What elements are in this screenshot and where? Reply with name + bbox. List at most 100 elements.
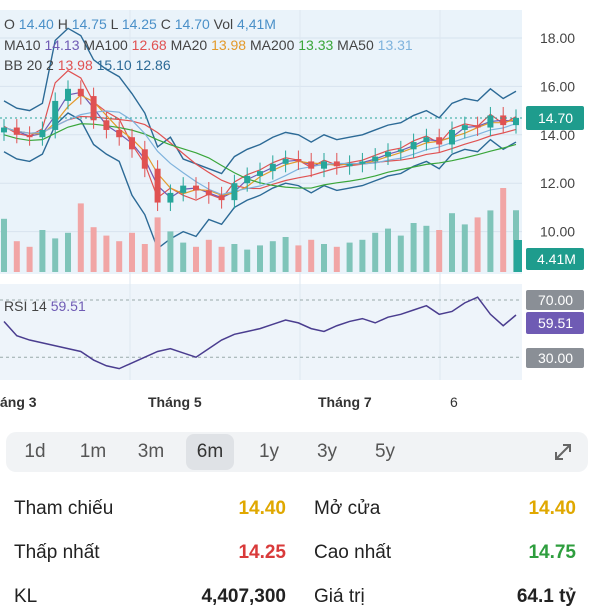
candle-body [26,134,33,138]
volume-bar [26,246,33,272]
range-button-6m[interactable]: 6m [186,434,234,470]
stat-label: Giá trị [314,586,365,607]
volume-bar [359,239,366,272]
candle-body [269,163,276,172]
candle-body [282,159,289,164]
price-tick-label: 10.00 [540,224,575,240]
volume-bar [385,228,391,272]
volume-bar [154,217,161,272]
candle-body [180,185,187,193]
rsi-70-label: 70.00 [538,292,573,308]
volume-bar [1,218,7,272]
stat-label: Tham chiếu [14,498,114,519]
volume-bar [410,223,417,272]
candle-body [39,129,46,138]
ma-legend: MA10 14.13 MA100 12.68 MA20 13.98 MA200 … [4,37,413,53]
stat-value: 14.25 [238,542,286,563]
range-button-3m[interactable]: 3m [126,434,176,470]
rsi-value-label: 59.51 [538,315,573,331]
volume-bar [103,235,110,272]
candle-body [129,137,135,150]
range-button-1d[interactable]: 1d [10,434,60,470]
candle-body [346,163,353,167]
stat-value: 14.40 [528,498,576,519]
stock-chart[interactable]: RSI 14 59.51 18.0016.0014.0012.0010.0014… [0,0,600,420]
stat-label: Thấp nhất [14,542,100,563]
stat-value: 64.1 tỷ [516,586,576,607]
candle-body [449,129,455,145]
candle-body [487,115,494,128]
candle-body [500,115,507,126]
candle-body [167,192,174,203]
candle-body [513,117,519,126]
volume-bar [514,240,522,272]
candle-body [333,161,340,167]
volume-bar [449,213,455,272]
volume-bar [423,225,430,272]
candle-body [77,88,84,97]
x-tick-label: Tháng 7 [318,394,372,410]
range-button-3y[interactable]: 3y [302,434,352,470]
volume-bar [295,245,302,272]
candle-body [116,129,123,138]
volume-bar [116,241,123,272]
range-button-1m[interactable]: 1m [68,434,118,470]
candle-body [52,100,59,130]
volume-bar [257,245,263,272]
range-button-5y[interactable]: 5y [360,434,410,470]
candle-body [13,127,20,135]
volume-bar [218,246,225,272]
candle-body [385,151,391,157]
price-tick-label: 18.00 [540,30,575,46]
rsi-30-label: 30.00 [538,350,573,366]
candle-body [372,156,379,162]
volume-bar [500,188,507,272]
x-tick-label: 6 [450,394,458,410]
price-tick-label: 12.00 [540,175,575,191]
volume-bar [141,244,148,272]
x-axis-labels: áng 3 Tháng 5 Tháng 7 6 [0,394,458,410]
candle-body [359,161,366,164]
candle-body [474,125,481,128]
volume-bar [321,244,327,272]
last-price-label: 14.70 [538,110,573,126]
volume-bar [282,237,289,272]
candle-body [193,185,199,191]
stat-label: KL [14,586,38,607]
stat-value: 14.75 [528,542,576,563]
stat-value: 14.40 [238,498,286,519]
candle-body [1,127,7,133]
volume-bar [308,239,315,272]
ohlc-legend: O 14.40 H 14.75 L 14.25 C 14.70 Vol 4,41… [4,16,276,32]
volume-bar [487,210,494,272]
volume-bar [77,203,84,272]
candle-body [154,168,161,203]
bb-legend: BB 20 2 13.98 15.10 12.86 [4,57,171,73]
volume-bar [65,232,71,272]
candle-body [423,137,430,143]
x-tick-label: áng 3 [0,394,37,410]
candle-body [257,171,263,176]
volume-bar [397,235,404,272]
candle-body [231,183,238,201]
volume-bar [474,217,481,272]
volume-bar [461,224,468,272]
candle-body [461,125,468,130]
candle-body [205,190,212,196]
volume-bar [39,230,46,272]
volume-bar [52,238,59,272]
candle-body [103,120,110,130]
volume-bar [180,242,187,272]
volume-bar [269,241,276,272]
candle-body [65,88,71,101]
volume-bar [372,232,379,272]
volume-bar [167,231,174,272]
candle-body [397,149,404,152]
volume-bar [193,246,199,272]
expand-icon[interactable] [548,438,578,466]
range-button-1y[interactable]: 1y [244,434,294,470]
candle-body [436,137,443,145]
volume-bar [13,241,20,272]
stat-label: Mở cửa [314,498,381,519]
volume-bar [129,232,135,272]
